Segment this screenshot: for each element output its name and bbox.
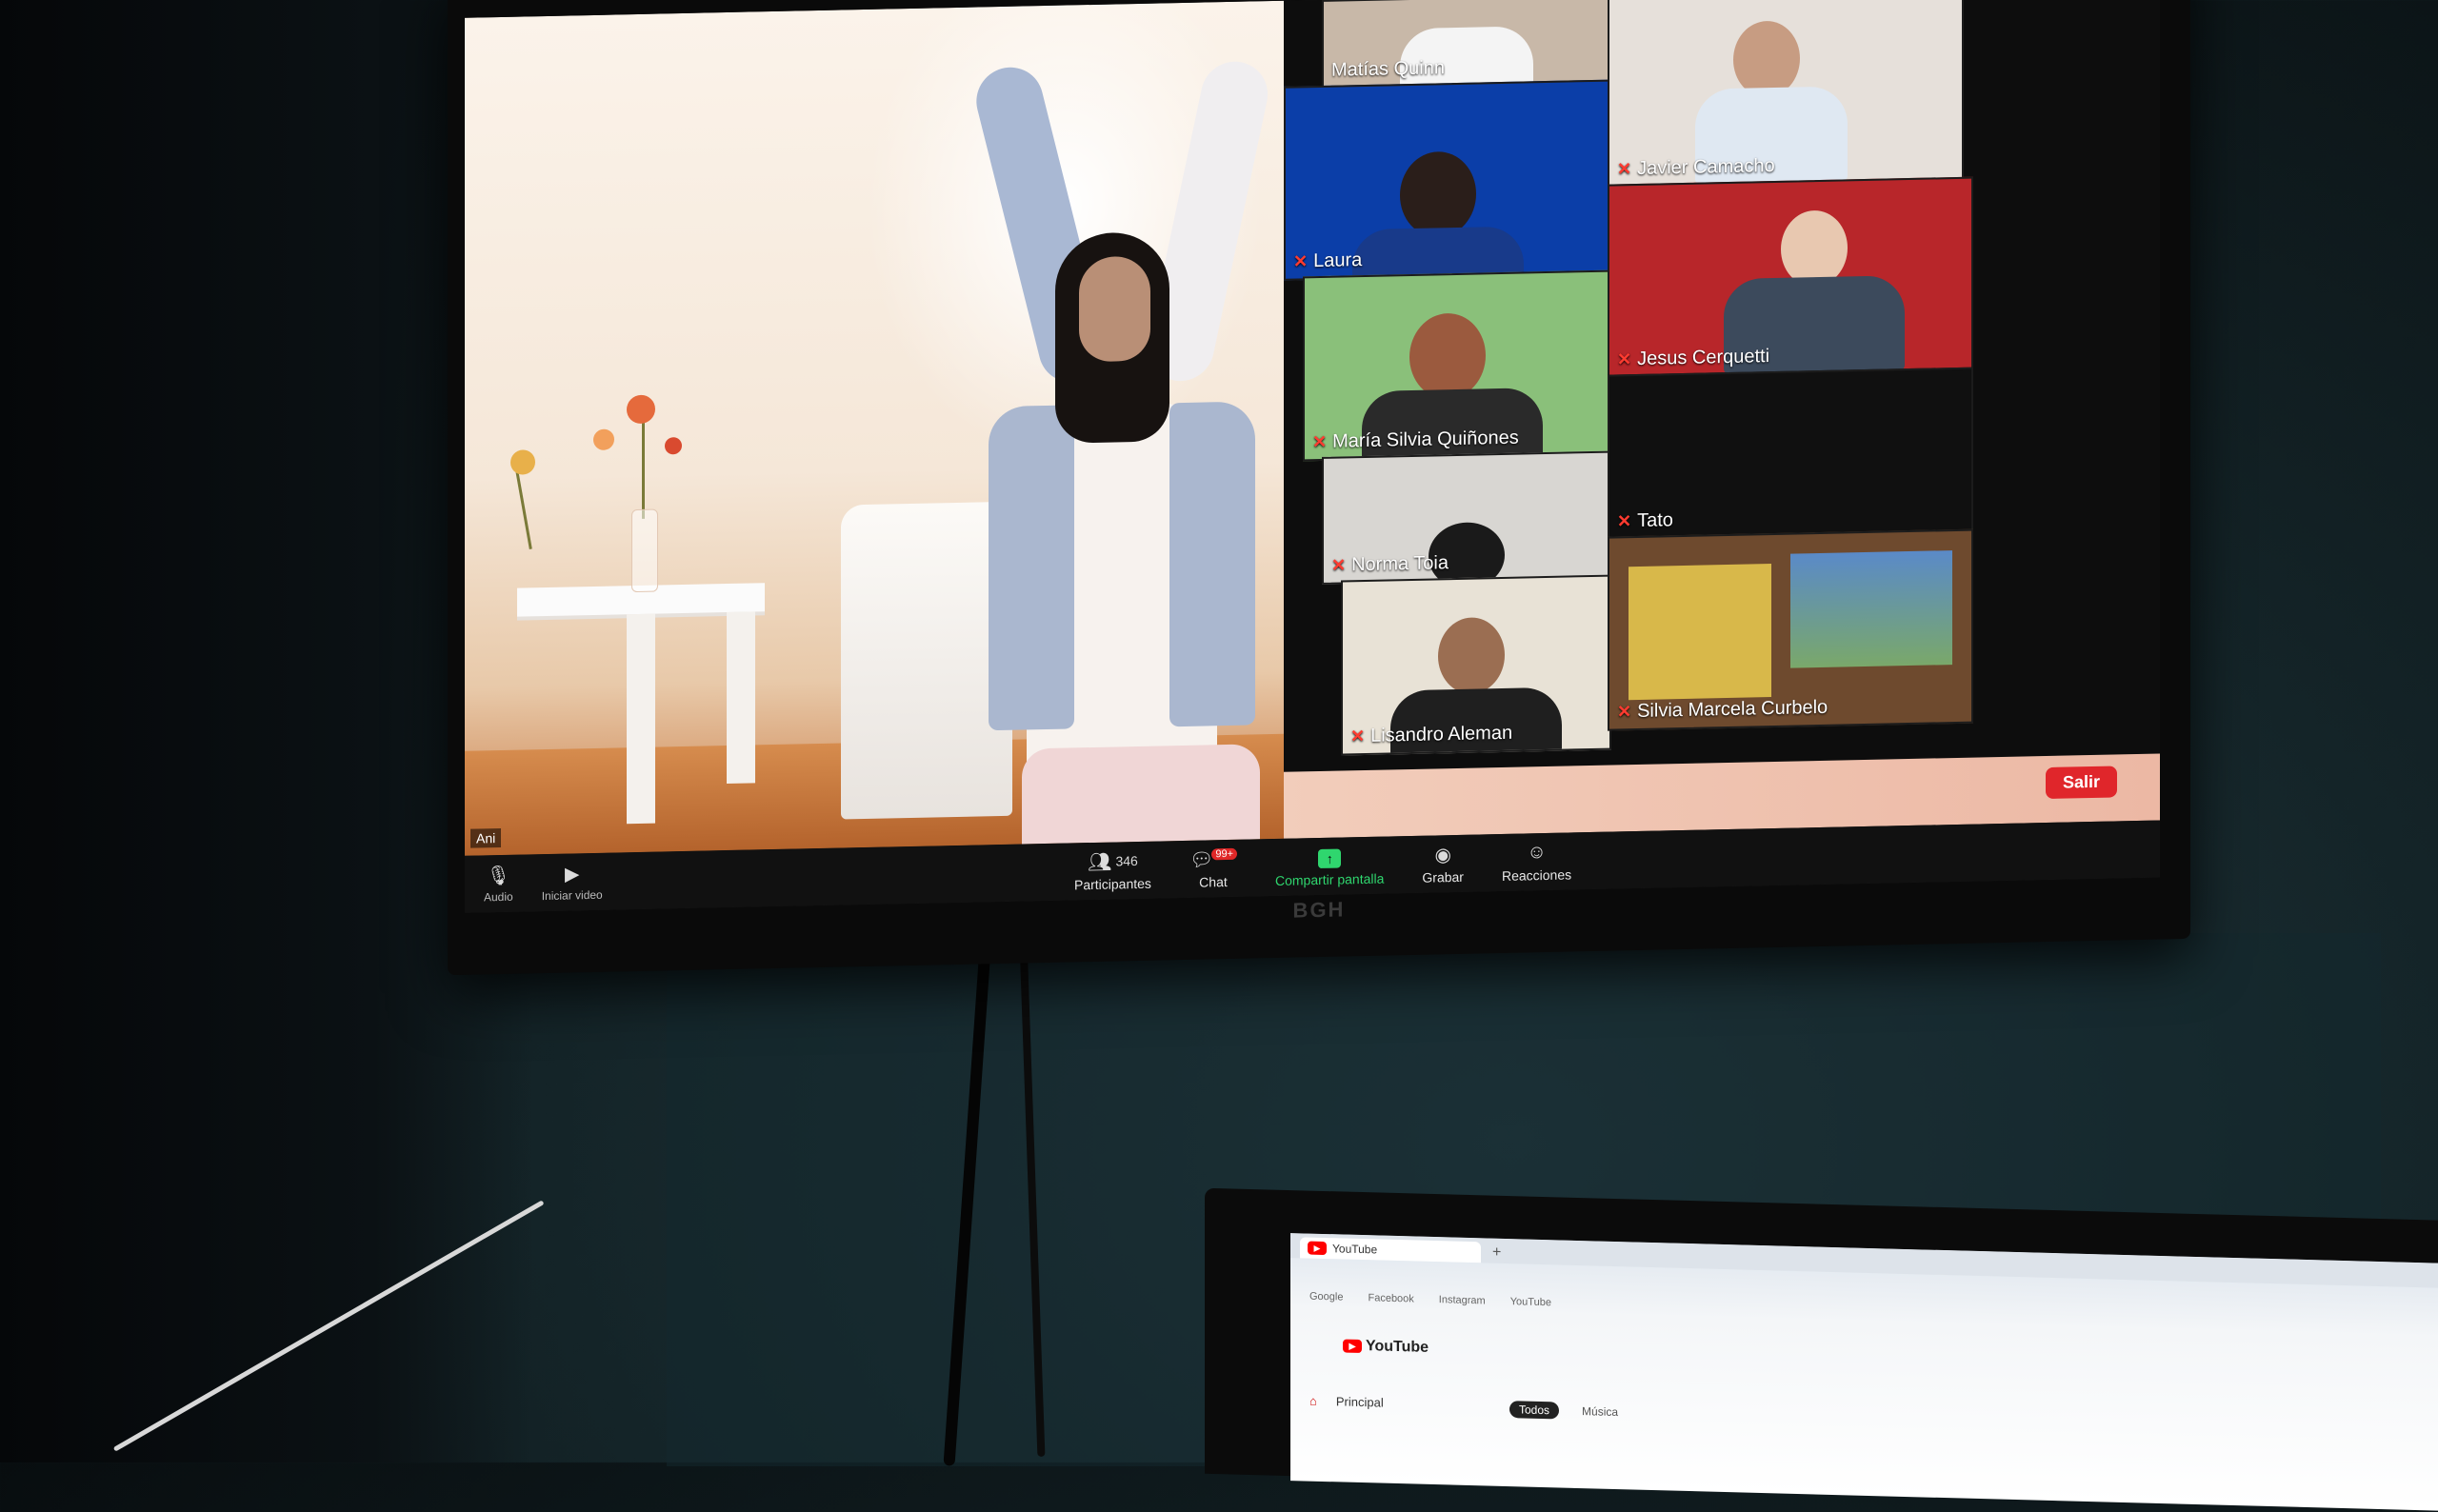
instructor-face <box>1079 255 1150 363</box>
bookmark-item[interactable]: Facebook <box>1368 1292 1413 1304</box>
toolbar-center: 👥︎ 346 Participantes 💬︎ 99+ Chat ↑ Compart… <box>1074 840 1571 892</box>
new-tab-icon[interactable]: + <box>1492 1244 1501 1262</box>
gallery-view: Matías Quinn ✕ Laura ✕ Javier Camacho ✕ Mar… <box>1284 0 2160 772</box>
microphone-icon: 🎙︎ <box>486 865 511 886</box>
participants-label: Participantes <box>1074 875 1151 893</box>
flower <box>627 394 655 425</box>
participant-tile[interactable]: Matías Quinn <box>1322 0 1611 90</box>
monitor-brand: BGH <box>1292 897 1346 923</box>
jacket <box>989 405 1074 731</box>
flower-stem <box>514 465 532 549</box>
participant-name: ✕ Jesus Cerquetti <box>1617 346 1770 370</box>
participant-name: ✕ Silvia Marcela Curbelo <box>1617 696 1828 723</box>
mic-muted-icon: ✕ <box>1617 702 1632 722</box>
youtube-brand: YouTube <box>1366 1338 1429 1356</box>
laptop: ▶ YouTube + Google Facebook Instagram Yo… <box>1205 1187 2438 1512</box>
home-icon: ⌂ <box>1309 1393 1317 1408</box>
record-button[interactable]: ◉ Grabar <box>1422 843 1464 885</box>
table-leg <box>727 611 755 785</box>
participants-button[interactable]: 👥︎ 346 Participantes <box>1074 849 1151 893</box>
reactions-icon: ☺ <box>1527 841 1547 863</box>
browser-tab[interactable]: ▶ YouTube <box>1300 1237 1481 1263</box>
audio-button[interactable]: 🎙︎ Audio <box>484 864 513 905</box>
participants-icon: 👥︎ 346 <box>1088 851 1138 873</box>
share-screen-icon: ↑ <box>1318 848 1342 869</box>
chip-all[interactable]: Todos <box>1509 1401 1560 1420</box>
flower-vase <box>631 508 658 593</box>
browser-window: ▶ YouTube + Google Facebook Instagram Yo… <box>1290 1233 2438 1512</box>
participant-tile[interactable]: ✕ Tato <box>1608 367 1973 541</box>
participant-tile[interactable]: ✕ Laura <box>1284 79 1611 281</box>
flower <box>510 449 535 475</box>
participant-tile[interactable]: ✕ Javier Camacho <box>1608 0 1964 189</box>
chip-music[interactable]: Música <box>1578 1403 1622 1421</box>
flower-stem <box>642 413 645 519</box>
tab-title: YouTube <box>1332 1242 1378 1257</box>
mic-muted-icon: ✕ <box>1617 511 1632 531</box>
mic-muted-icon: ✕ <box>1617 159 1632 179</box>
chat-label: Chat <box>1199 874 1228 890</box>
mic-muted-icon: ✕ <box>1312 431 1328 452</box>
participant-figure <box>1438 616 1505 695</box>
chat-icon: 💬︎ 99+ <box>1189 847 1237 871</box>
participant-figure <box>1400 150 1476 239</box>
participant-name: ✕ Laura <box>1293 249 1363 272</box>
reactions-label: Reacciones <box>1501 866 1572 884</box>
video-label: Iniciar video <box>541 887 603 904</box>
filter-chips: Todos Música <box>1509 1401 1622 1421</box>
audio-label: Audio <box>484 889 513 905</box>
participant-name: ✕ Lisandro Aleman <box>1350 722 1513 746</box>
share-label: Compartir pantalla <box>1275 870 1385 888</box>
participant-name: ✕ Tato <box>1617 509 1673 532</box>
record-label: Grabar <box>1422 868 1464 885</box>
bookmark-item[interactable]: YouTube <box>1510 1296 1551 1308</box>
jacket <box>1169 401 1255 727</box>
monitor: Ani Matías Quinn ✕ Laura ✕ Javier Camacho <box>448 0 2190 976</box>
leave-button[interactable]: Salir <box>2045 766 2117 800</box>
participant-tile[interactable]: ✕ María Silvia Quiñones <box>1303 269 1611 462</box>
flower <box>665 437 682 455</box>
share-screen-button[interactable]: ↑ Compartir pantalla <box>1275 848 1384 888</box>
mic-muted-icon: ✕ <box>1617 349 1632 369</box>
participant-figure <box>1409 312 1486 401</box>
participant-name: ✕ Norma Toia <box>1331 552 1449 576</box>
video-camera-icon: ▶︎ <box>565 863 580 885</box>
table-leg <box>627 613 655 825</box>
instructor-legs <box>1022 744 1260 845</box>
participant-name: ✕ Javier Camacho <box>1617 154 1775 180</box>
speaker-name-tag: Ani <box>470 827 502 848</box>
participant-tile[interactable]: ✕ Silvia Marcela Curbelo <box>1608 528 1973 731</box>
speaker-video[interactable]: Ani <box>465 0 1284 856</box>
armchair <box>841 501 1012 820</box>
chat-button[interactable]: 💬︎ 99+ Chat <box>1189 847 1237 890</box>
bookmarks-bar: Google Facebook Instagram YouTube <box>1309 1291 1551 1309</box>
home-label: Principal <box>1335 1394 1384 1410</box>
participant-tile[interactable]: ✕ Lisandro Aleman <box>1341 574 1611 756</box>
participant-tile[interactable]: ✕ Jesus Cerquetti <box>1608 176 1973 379</box>
participant-tile[interactable]: ✕ Norma Toia <box>1322 450 1611 585</box>
chat-badge: 99+ <box>1211 847 1237 861</box>
youtube-icon: ▶ <box>1308 1241 1327 1256</box>
reactions-button[interactable]: ☺ Reacciones <box>1501 840 1572 884</box>
mic-muted-icon: ✕ <box>1293 251 1309 271</box>
youtube-logo[interactable]: ▶ YouTube <box>1343 1338 1429 1357</box>
browser-tab-bar: ▶ YouTube + <box>1290 1233 2438 1289</box>
mic-muted-icon: ✕ <box>1331 555 1347 575</box>
toolbar-left: 🎙︎ Audio ▶︎ Iniciar video <box>484 862 603 905</box>
start-video-button[interactable]: ▶︎ Iniciar video <box>542 862 603 903</box>
youtube-play-icon: ▶ <box>1343 1339 1362 1354</box>
participant-name: Matías Quinn <box>1331 57 1445 81</box>
participant-name: ✕ María Silvia Quiñones <box>1312 427 1519 452</box>
participants-count: 346 <box>1115 852 1138 869</box>
bookmark-item[interactable]: Google <box>1309 1291 1343 1303</box>
window-view <box>1790 550 1952 668</box>
record-icon: ◉ <box>1434 844 1451 865</box>
youtube-sidebar-item[interactable]: ⌂ Principal <box>1309 1394 1384 1410</box>
bookmark-item[interactable]: Instagram <box>1439 1294 1486 1306</box>
curtain <box>1629 564 1771 701</box>
flower <box>593 428 614 450</box>
zoom-window: Ani Matías Quinn ✕ Laura ✕ Javier Camacho <box>465 0 2160 913</box>
mic-muted-icon: ✕ <box>1350 726 1366 746</box>
